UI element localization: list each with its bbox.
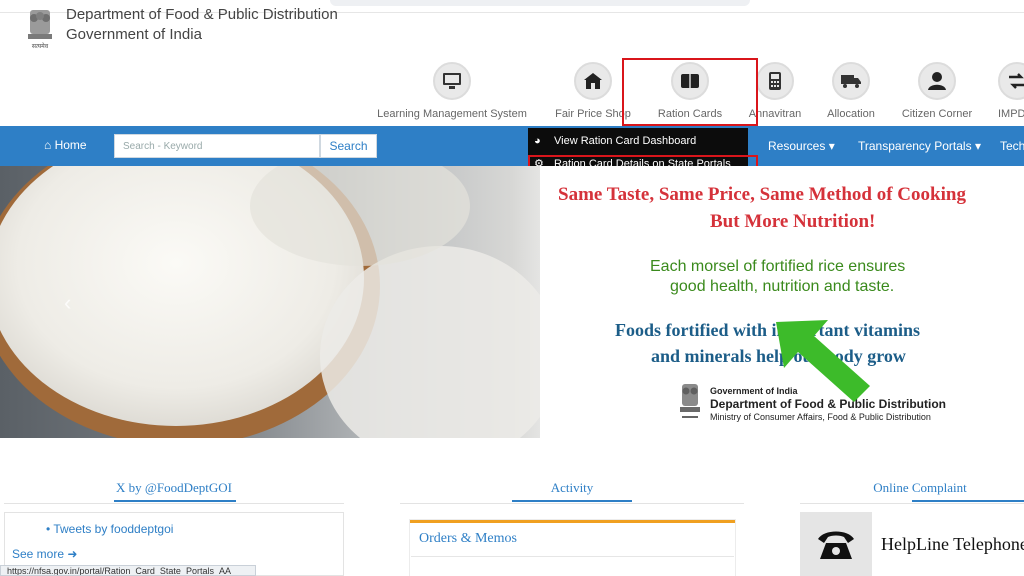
orders-memos-content [411,556,734,576]
nav-home-link[interactable]: ⌂ Home [44,138,87,152]
dropdown-item-label: View Ration Card Dashboard [554,135,697,147]
dropdown-item-dashboard[interactable]: ◕ View Ration Card Dashboard [534,135,696,147]
home-icon: ⌂ [44,138,52,152]
national-emblem-icon [680,384,700,418]
svg-text:सत्यमेव: सत्यमेव [32,42,49,50]
see-more-label: See more [12,547,65,561]
nav-tech[interactable]: Tech [1000,139,1024,153]
quick-link-allocation[interactable]: Allocation [820,62,882,120]
quick-link-citizen-corner[interactable]: Citizen Corner [896,62,978,120]
carousel-prev-icon[interactable]: ‹ [64,290,71,316]
green-pointer-arrow-icon [776,320,870,402]
main-navbar: ⌂ Home Search - Keyword Search Resources… [0,126,1024,166]
see-more-link[interactable]: See more ➜ [12,547,77,561]
tweets-link[interactable]: • Tweets by fooddeptgoi [46,522,173,536]
rice-bowl-image [0,166,560,438]
tweets-link-label: Tweets by fooddeptgoi [53,522,174,536]
orders-memos-title[interactable]: Orders & Memos [419,531,517,547]
quick-link-learning-management-system[interactable]: Learning Management System [374,62,530,120]
activity-panel-title: Activity [550,480,594,495]
highlight-box-ration-cards [622,58,758,126]
user-icon [918,62,956,100]
site-header: सत्यमेव Department of Food & Public Dist… [0,0,1024,126]
search-button[interactable]: Search [320,134,377,158]
quick-link-label: Learning Management System [377,108,527,120]
hero-headline-1: Same Taste, Same Price, Same Method of C… [558,184,966,205]
org-subtitle: Government of India [66,26,202,43]
hero-ministry-line: Ministry of Consumer Affairs, Food & Pub… [710,412,931,422]
online-complaint-title: Online Complaint [873,480,967,495]
hero-banner: ‹ Same Taste, Same Price, Same Method of… [0,166,1024,438]
complaint-panel-divider [800,503,1024,504]
exchange-icon [998,62,1024,100]
pos-device-icon [756,62,794,100]
caret-down-icon: ▾ [828,139,835,153]
nav-transparency-label: Transparency Portals [858,139,972,153]
caret-down-icon: ▾ [974,139,981,153]
monitor-icon [433,62,471,100]
search-input[interactable]: Search - Keyword [114,134,320,158]
quick-link-label: Citizen Corner [901,108,973,120]
hero-subtext-2: good health, nutrition and taste. [670,278,895,295]
twitter-panel-title: X by @FoodDeptGOI [116,480,232,495]
truck-icon [832,62,870,100]
quick-link-label: Allocation [827,108,875,120]
activity-panel-divider [400,503,744,504]
nav-home-label: Home [54,138,87,152]
org-name: Department of Food & Public Distribution [66,6,338,23]
twitter-title-underline [114,500,236,502]
hero-headline-2: But More Nutrition! [710,211,876,232]
national-emblem-icon: सत्यमेव [28,10,52,50]
telephone-icon [800,512,872,576]
nav-transparency-portals[interactable]: Transparency Portals ▾ [858,139,981,153]
shop-icon [574,62,612,100]
quick-link-impd[interactable]: IMPD [994,62,1024,120]
twitter-panel-divider [4,503,344,504]
nav-resources[interactable]: Resources ▾ [768,139,835,153]
quick-link-label: IMPD [998,108,1024,120]
browser-status-url: https://nfsa.gov.in/portal/Ration_Card_S… [0,565,256,576]
activity-title-underline [512,500,632,502]
helpline-label[interactable]: HelpLine Telephone [881,534,1024,555]
arrow-right-icon: ➜ [67,547,78,561]
browser-address-strip [330,0,750,6]
dashboard-gauge-icon: ◕ [534,135,541,147]
hero-subtext-1: Each morsel of fortified rice ensures [650,258,906,275]
nav-resources-label: Resources [768,139,826,153]
complaint-title-underline [912,500,1024,502]
